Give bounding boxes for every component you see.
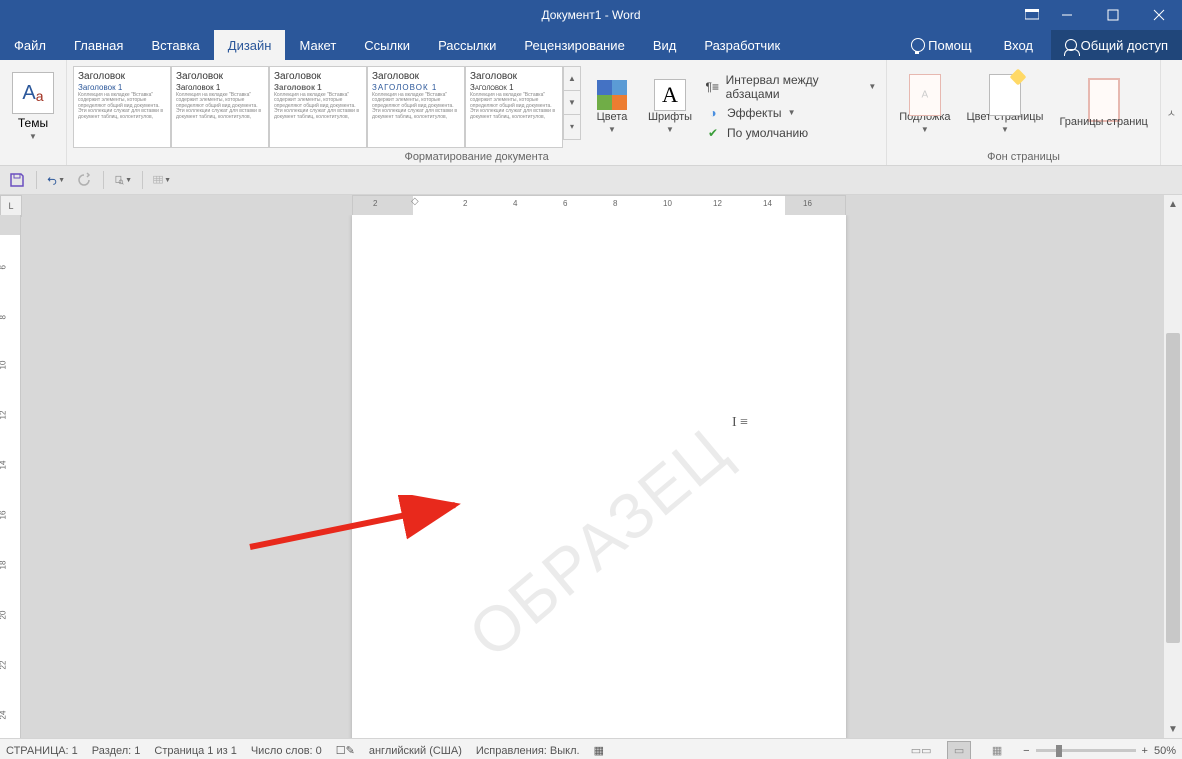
group-label-formatting: Форматирование документа: [73, 149, 880, 165]
read-mode-icon[interactable]: ▭▭: [909, 741, 933, 759]
tab-view[interactable]: Вид: [639, 30, 691, 60]
share-button[interactable]: Общий доступ: [1051, 30, 1182, 60]
chevron-down-icon: ▼: [666, 125, 674, 134]
group-label-background: Фон страницы: [893, 149, 1154, 165]
maximize-button[interactable]: [1090, 0, 1136, 30]
quick-access-toolbar: ▼ ▼ ▼: [0, 166, 1182, 195]
watermark-button[interactable]: Подложка ▼: [893, 77, 956, 135]
watermark-icon: [909, 74, 941, 116]
chevron-down-icon: ▼: [164, 177, 171, 184]
themes-button[interactable]: Aa Темы ▼: [6, 68, 60, 145]
sign-in[interactable]: Вход: [990, 30, 1047, 60]
colors-button[interactable]: Цвета ▼: [585, 77, 639, 135]
status-page[interactable]: СТРАНИЦА: 1: [6, 745, 78, 757]
web-layout-icon[interactable]: ▦: [985, 741, 1009, 759]
chevron-down-icon: ▼: [1001, 125, 1009, 134]
chevron-down-icon: ▼: [788, 108, 796, 117]
style-set-2[interactable]: ЗаголовокЗаголовок 1Коллекция на вкладке…: [171, 66, 269, 148]
document-page[interactable]: ОБРАЗЕЦ I ≡: [352, 215, 846, 738]
gallery-more-icon[interactable]: ▾: [564, 115, 580, 138]
vertical-ruler[interactable]: 6 8 10 12 14 16 18 20 22 24: [0, 215, 21, 738]
zoom-level[interactable]: 50%: [1154, 745, 1176, 757]
fonts-icon: A: [654, 79, 686, 111]
document-area: L 6 8 10 12 14 16 18 20 22 24 2 ◇ 2 4 6 …: [0, 195, 1182, 738]
effects-button[interactable]: ◑Эффекты▼: [705, 105, 876, 121]
tab-file[interactable]: Файл: [0, 30, 60, 60]
style-set-5[interactable]: ЗаголовокЗаголовок 1Коллекция на вкладке…: [465, 66, 563, 148]
status-section[interactable]: Раздел: 1: [92, 745, 141, 757]
chevron-down-icon: ▼: [29, 132, 37, 141]
chevron-down-icon: ▼: [921, 125, 929, 134]
scroll-down-icon[interactable]: ▼: [1164, 720, 1182, 738]
page-color-icon: [989, 74, 1021, 116]
page-borders-button[interactable]: Границы страниц: [1053, 82, 1153, 131]
save-button[interactable]: [8, 171, 26, 189]
status-pageof[interactable]: Страница 1 из 1: [154, 745, 236, 757]
ribbon: Aa Темы ▼ ЗаголовокЗаголовок 1Коллекция …: [0, 60, 1182, 166]
themes-icon: Aa: [12, 72, 54, 114]
ribbon-display-options-icon[interactable]: [1020, 0, 1044, 30]
vertical-scrollbar[interactable]: ▲ ▼: [1164, 195, 1182, 738]
tab-design[interactable]: Дизайн: [214, 30, 286, 60]
scroll-thumb[interactable]: [1166, 333, 1180, 643]
indent-marker-icon[interactable]: ◇: [411, 196, 419, 207]
style-set-3[interactable]: ЗаголовокЗаголовок 1Коллекция на вкладке…: [269, 66, 367, 148]
print-layout-icon[interactable]: ▭: [947, 741, 971, 759]
zoom-out-button[interactable]: −: [1023, 745, 1029, 757]
insert-table-button[interactable]: ▼: [153, 171, 171, 189]
zoom-in-button[interactable]: +: [1142, 745, 1148, 757]
tab-selector[interactable]: L: [0, 195, 22, 217]
ribbon-tabs: Файл Главная Вставка Дизайн Макет Ссылки…: [0, 30, 1182, 60]
minimize-button[interactable]: [1044, 0, 1090, 30]
watermark-text: ОБРАЗЕЦ: [455, 413, 744, 672]
gallery-up-icon[interactable]: ▲: [564, 67, 580, 91]
themes-label: Темы: [18, 116, 48, 130]
status-words[interactable]: Число слов: 0: [251, 745, 322, 757]
status-language[interactable]: английский (США): [369, 745, 462, 757]
gallery-down-icon[interactable]: ▼: [564, 91, 580, 115]
title-bar: Документ1 - Word: [0, 0, 1182, 30]
gallery-scroll: ▲ ▼ ▾: [563, 66, 581, 140]
redo-button[interactable]: [75, 171, 93, 189]
tab-review[interactable]: Рецензирование: [510, 30, 638, 60]
fonts-button[interactable]: A Шрифты ▼: [643, 77, 697, 135]
status-bar: СТРАНИЦА: 1 Раздел: 1 Страница 1 из 1 Чи…: [0, 738, 1182, 759]
style-set-gallery[interactable]: ЗаголовокЗаголовок 1Коллекция на вкладке…: [73, 66, 581, 148]
set-default-button[interactable]: ✔По умолчанию: [705, 125, 876, 141]
tab-home[interactable]: Главная: [60, 30, 137, 60]
person-icon: [1065, 39, 1077, 51]
tell-me[interactable]: Помощ: [897, 30, 986, 60]
window-title: Документ1 - Word: [541, 8, 640, 22]
paragraph-spacing-icon: ¶≡: [705, 79, 720, 95]
status-macro-icon[interactable]: ▦: [594, 744, 604, 757]
tab-insert[interactable]: Вставка: [137, 30, 213, 60]
bulb-icon: [911, 38, 925, 52]
style-set-1[interactable]: ЗаголовокЗаголовок 1Коллекция на вкладке…: [73, 66, 171, 148]
style-set-4[interactable]: ЗаголовокЗАГОЛОВОК 1Коллекция на вкладке…: [367, 66, 465, 148]
tab-layout[interactable]: Макет: [285, 30, 350, 60]
checkmark-icon: ✔: [705, 125, 721, 141]
chevron-down-icon: ▼: [125, 177, 132, 184]
close-button[interactable]: [1136, 0, 1182, 30]
text-cursor-icon: I ≡: [732, 415, 748, 431]
print-preview-button[interactable]: ▼: [114, 171, 132, 189]
chevron-down-icon: ▼: [868, 82, 876, 91]
scroll-up-icon[interactable]: ▲: [1164, 195, 1182, 213]
page-color-button[interactable]: Цвет страницы ▼: [961, 77, 1050, 135]
chevron-down-icon: ▼: [608, 125, 616, 134]
collapse-ribbon-button[interactable]: ㅅ: [1161, 60, 1182, 165]
effects-icon: ◑: [705, 105, 721, 121]
horizontal-ruler[interactable]: 2 ◇ 2 4 6 8 10 12 14 16: [352, 195, 846, 217]
zoom-slider[interactable]: [1036, 749, 1136, 752]
paragraph-spacing-button[interactable]: ¶≡Интервал между абзацами▼: [705, 73, 876, 101]
status-proof-icon[interactable]: ☐✎: [336, 744, 355, 757]
status-track[interactable]: Исправления: Выкл.: [476, 745, 580, 757]
chevron-down-icon: ▼: [58, 177, 65, 184]
arrow-annotation-icon: [245, 495, 475, 555]
tab-developer[interactable]: Разработчик: [690, 30, 794, 60]
colors-icon: [597, 80, 627, 110]
undo-button[interactable]: ▼: [47, 171, 65, 189]
tab-references[interactable]: Ссылки: [350, 30, 424, 60]
tab-mailings[interactable]: Рассылки: [424, 30, 510, 60]
